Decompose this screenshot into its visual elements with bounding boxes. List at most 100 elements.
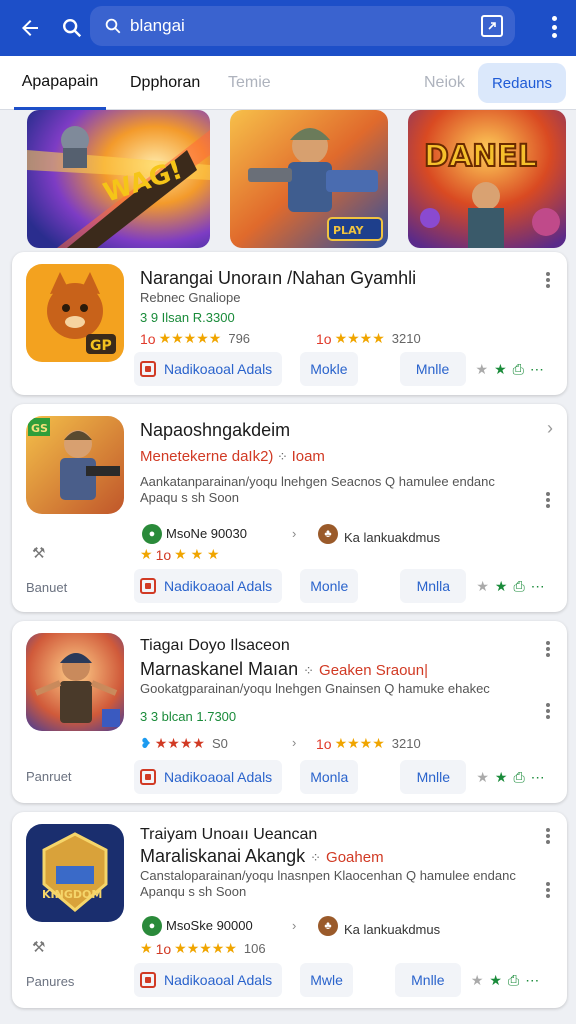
star-filled-icon[interactable]: ★: [494, 361, 507, 378]
install-button[interactable]: Nadikoaoal Adals: [134, 352, 283, 386]
card-quick-icons: ★ ★ ⎙ ⋯: [476, 769, 544, 786]
card-menu-icon-2[interactable]: [541, 701, 555, 721]
tab-second[interactable]: Dpphoran: [130, 56, 200, 110]
install-label: Nadikoaoal Adals: [164, 769, 273, 785]
card-menu-icon[interactable]: [541, 270, 555, 290]
card-menu-icon[interactable]: [541, 826, 555, 846]
action-button-2[interactable]: Mokle: [300, 352, 358, 386]
search-input[interactable]: [130, 16, 481, 36]
action-label: Mokle: [310, 361, 348, 377]
more-icon[interactable]: ⋯: [531, 578, 545, 595]
wrench-icon: ⚒: [32, 545, 46, 562]
rating-count: S0: [211, 736, 228, 751]
action-label: Monle: [310, 578, 349, 594]
action-label: Monla: [310, 769, 349, 785]
install-label: Nadikoaoal Adals: [164, 361, 273, 377]
more-icon[interactable]: ⋯: [525, 972, 539, 989]
more-icon[interactable]: ⋯: [531, 769, 545, 786]
action-label: Mwle: [310, 972, 343, 988]
card-menu-icon[interactable]: [541, 639, 555, 659]
star-filled-icon[interactable]: ★: [495, 769, 508, 786]
app-description-2: Apanqu s sh Soon: [140, 884, 247, 899]
developer-avatar: ♣: [318, 916, 338, 936]
back-arrow-icon: [22, 20, 38, 36]
doc-icon[interactable]: ⎙: [513, 769, 524, 786]
search-button[interactable]: [52, 6, 92, 50]
app-tag: Geaken Sraoun|: [319, 662, 429, 679]
card-footer-label: Panruet: [26, 769, 72, 784]
action-button-3[interactable]: Mnlle: [399, 352, 466, 386]
back-button[interactable]: [8, 6, 52, 50]
badge-icon: ●: [142, 524, 162, 544]
action-button-3[interactable]: Mnlle: [394, 963, 461, 997]
featured-banner-1[interactable]: WAG!: [27, 110, 210, 248]
game-art-image: WAG!: [27, 110, 210, 248]
app-tagline: Maraliskanai Akangk ⁘ Goahem: [140, 846, 384, 867]
app-description: Gookatgparainan/yoqu lnehgen Gnainsen Q …: [140, 681, 490, 696]
chevron-right-icon[interactable]: ›: [547, 418, 553, 439]
install-icon: [140, 361, 156, 377]
star-outline-icon[interactable]: ★: [476, 361, 489, 378]
action-button-2[interactable]: Monle: [300, 569, 359, 603]
developer-name: Ka lankuakdmus: [344, 922, 441, 937]
wrench-icon: ⚒: [32, 939, 46, 956]
open-in-new-icon[interactable]: [481, 15, 503, 37]
app-description: Canstaloparainan/yoqu lnasnpen Klaocenha…: [140, 868, 516, 883]
app-meta: MsoSke 90000: [166, 918, 253, 933]
action-button-2[interactable]: Monla: [300, 760, 359, 794]
app-subtitle: Maraliskanai Akangk: [140, 846, 306, 866]
star-outline-icon[interactable]: ★: [471, 972, 484, 989]
app-icon: KINGDOM: [26, 824, 124, 922]
card-menu-icon[interactable]: [541, 490, 555, 510]
rating-lead: 1o: [155, 940, 172, 957]
app-tag: Goahem: [326, 849, 384, 866]
action-button-3[interactable]: Mnlla: [400, 569, 467, 603]
rating-lead: 1o: [316, 735, 332, 752]
app-card[interactable]: GP Narangai Unoraın /Nahan Gyamhli Rebne…: [12, 252, 567, 395]
tab-fifth-button[interactable]: Redauns: [478, 63, 566, 103]
more-icon[interactable]: ⋯: [530, 361, 544, 378]
featured-banner-2[interactable]: PLAY: [230, 110, 388, 248]
rating-count: 796: [228, 331, 251, 346]
star-outline-icon[interactable]: ★: [476, 578, 489, 595]
doc-icon[interactable]: ⎙: [513, 578, 524, 595]
app-icon: [26, 633, 124, 731]
rating: ★ 1o ★★★★★ 106: [140, 940, 266, 957]
action-label: Mnlla: [416, 578, 451, 594]
bird-icon: ❥: [140, 735, 152, 751]
tab-apps[interactable]: Apapapain: [14, 56, 106, 110]
doc-icon[interactable]: ⎙: [508, 972, 519, 989]
tab-label: Neiok: [424, 74, 465, 91]
app-card[interactable]: GS Napaoshngakdeim › Menetekerne daIk2) …: [12, 404, 567, 612]
install-button[interactable]: Nadikoaoal Adals: [134, 760, 283, 794]
install-button[interactable]: Nadikoaoal Adals: [134, 569, 283, 603]
action-button-3[interactable]: Mnlle: [400, 760, 467, 794]
app-title: Narangai Unoraın /Nahan Gyamhli: [140, 268, 417, 288]
app-icon: GS: [26, 416, 124, 514]
install-button[interactable]: Nadikoaoal Adals: [134, 963, 283, 997]
app-tagline-text: Menetekerne daIk2): [140, 448, 274, 465]
search-icon: [63, 19, 82, 38]
app-meta: MsoNe 90030: [166, 526, 247, 541]
card-menu-icon-2[interactable]: [541, 880, 555, 900]
star-outline-icon[interactable]: ★: [476, 769, 489, 786]
app-title: Tiagaı Doyo Ilsaceon: [140, 637, 290, 654]
overflow-menu-icon[interactable]: [544, 12, 564, 42]
doc-icon[interactable]: ⎙: [513, 361, 524, 378]
card-actions: Nadikoaoal Adals Mwle Mnlle ★ ★ ⎙ ⋯: [134, 962, 559, 998]
star-filled-icon[interactable]: ★: [495, 578, 508, 595]
rating-lead: 1o: [140, 330, 156, 347]
tab-third[interactable]: Temie: [228, 56, 271, 110]
search-bar[interactable]: [90, 6, 515, 46]
action-button-2[interactable]: Mwle: [300, 963, 353, 997]
star-filled-icon[interactable]: ★: [489, 972, 502, 989]
app-card[interactable]: Tiagaı Doyo Ilsaceon Marnaskanel Maıan ⁘…: [12, 621, 567, 803]
app-card[interactable]: KINGDOM Traiyam Unoaıı Ueancan Maraliska…: [12, 812, 567, 1008]
install-icon: [140, 769, 156, 785]
tab-fourth[interactable]: Neiok: [424, 56, 465, 110]
developer-avatar: ♣: [318, 524, 338, 544]
featured-banner-3[interactable]: DANEL: [408, 110, 566, 248]
app-tagline: Menetekerne daIk2) ⁘ Ioam: [140, 448, 325, 465]
install-label: Nadikoaoal Adals: [164, 972, 273, 988]
rating-stars: ★★★★★: [158, 330, 222, 346]
